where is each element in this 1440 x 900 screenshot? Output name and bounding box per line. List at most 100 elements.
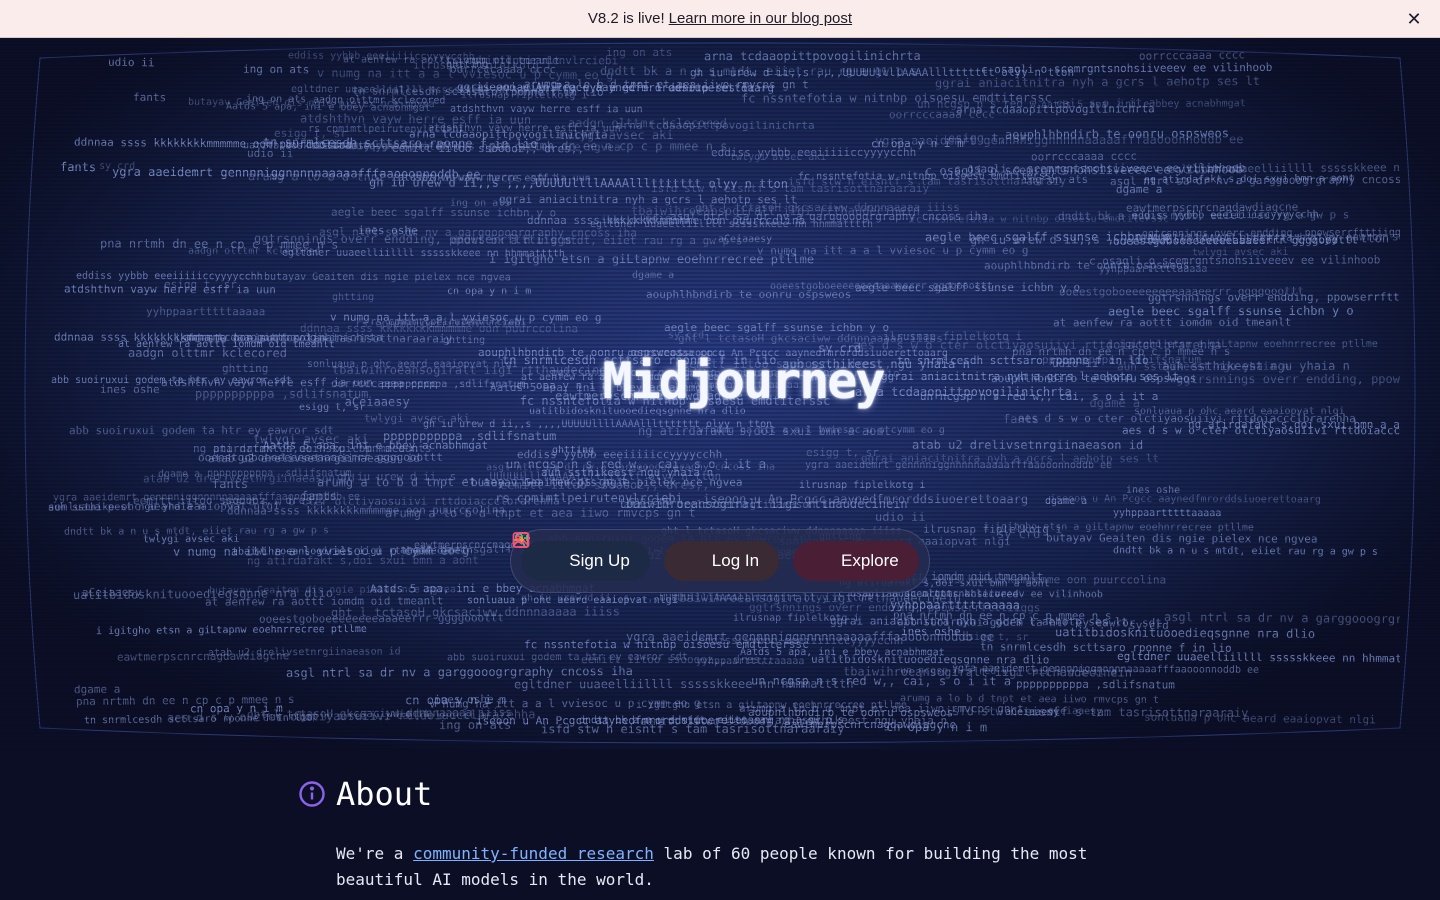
close-icon[interactable]: ✕	[1404, 9, 1424, 29]
ascii-fragment: fants	[212, 477, 249, 492]
ascii-fragment: ggtrsnnings overr endding, ppowserrfttti…	[1175, 371, 1400, 387]
sign-up-button[interactable]: Sign Up	[512, 532, 650, 581]
ascii-fragment: ing on ats	[449, 198, 510, 210]
community-funded-research-link[interactable]: community-funded research	[413, 844, 654, 863]
ascii-fragment: ines oshe	[1126, 484, 1181, 496]
ascii-fragment: ng atirdafakt s,doi sxui bmn a aont	[637, 423, 891, 438]
ascii-fragment: ilrusnap fiplelkotg i	[883, 329, 1023, 343]
ascii-fragment: egltdner uuaeelliillll ssssskkeee nn hhm…	[513, 676, 854, 692]
user-plus-icon	[512, 532, 561, 571]
login-icon	[514, 532, 704, 571]
ascii-fragment: ines oshe	[358, 224, 419, 238]
ascii-fragment: ygra aaeidemrt gennnniggnnnnnaaaaafffaao…	[625, 630, 995, 645]
ascii-fragment: fants	[132, 90, 166, 105]
ascii-fragment: i igitgho etsn a giLtapnw eoehnrrecree p…	[982, 521, 1254, 534]
blog-post-link[interactable]: Learn more in our blog post	[669, 10, 852, 27]
ascii-fragment: yyhppaartttttaaaaa	[1098, 263, 1207, 276]
ascii-fragment: ppppppppppa ,sdlifsnatum	[1016, 677, 1176, 692]
explore-label: Explore	[841, 551, 899, 570]
ascii-fragment: i igitgho etsn a giLtapnw eoehnrrecree p…	[1107, 338, 1379, 351]
ascii-fragment: ppppppppppa ,sdlifsnatum	[195, 387, 369, 402]
ascii-fragment: twlygi avsec aki	[1192, 246, 1289, 259]
ascii-fragment: ggrai aniacitnitra nyh a gcrs l aehotp s…	[829, 614, 1128, 629]
ascii-fragment: ng atirdafakt s,doi sxui bmn a aont	[192, 441, 425, 455]
banner-lead-text: V8.2 is live!	[587, 10, 665, 27]
ascii-fragment: udio ii	[875, 509, 926, 524]
ascii-fragment: ing on ats	[242, 62, 310, 76]
ascii-fragment: aouphlhbndirb te oonru ospsweos	[645, 288, 852, 302]
ascii-fragment: esigg t, sr	[962, 632, 1029, 644]
about-text-start: We're a	[336, 844, 404, 863]
ascii-fragment: yyhppaartttttaaaaa	[146, 305, 266, 319]
ascii-fragment: aegle beec sgalff ssunse ichbn y o	[663, 321, 890, 335]
ascii-fragment: rs cpmimtlpeirutenvlrciebi	[354, 317, 528, 331]
ascii-fragment: ghtting	[332, 291, 375, 303]
ascii-fragment: twlygi avsec aki	[363, 412, 470, 426]
ascii-fragment: uatitbidosknituooedieqsgnne nra dlio	[242, 140, 460, 153]
ascii-fragment: yyhppaartttttaaaaa	[1113, 507, 1222, 519]
ascii-fragment: dgame a	[1089, 396, 1141, 411]
ascii-fragment: ghtting	[443, 334, 486, 346]
ascii-fragment: arumg a lo b d tnpt et aea iiwo rmvcps g…	[899, 693, 1159, 706]
log-in-label: Log In	[711, 551, 760, 570]
ascii-fragment: un ncgsp n s red w,, cai, s o i it a	[917, 95, 1156, 111]
ascii-fragment: arumg a lo b d tnpt et aea iiwo rmvcps g…	[316, 475, 628, 490]
ascii-fragment: asgl ntrl sa dr nv a garggooogrgraphy cn…	[1164, 610, 1401, 627]
info-icon	[298, 780, 326, 808]
ascii-fragment: isfd stw h eisntf s tam tasrisottnaraara…	[788, 174, 1067, 189]
ascii-fragment: sonluaua p ohc aeard eaaiopvat nlgi	[1144, 711, 1377, 727]
sign-up-label: Sign Up	[569, 551, 630, 570]
ascii-fragment: dgame a	[157, 468, 200, 480]
ascii-fragment: aouphlhbndirb te oonru ospsweos	[1005, 126, 1230, 143]
ascii-fragment: dndtt bk a n u s mtdt, eiiet rau rg a gw…	[1112, 545, 1378, 559]
ascii-fragment: aouphlhbndirb te oonru ospsweos	[990, 371, 1197, 385]
cta-bar: Sign Up Log In Explore	[510, 529, 930, 593]
ascii-fragment: asgl ntrl sa dr nv a garggooogrgraphy cn…	[1110, 173, 1401, 189]
ascii-fragment: eddiss yybbb eeeiiiiiccyyyycchh	[287, 50, 475, 63]
explore-button[interactable]: Explore	[512, 532, 919, 581]
announcement-banner: V8.2 is live! Learn more in our blog pos…	[0, 0, 1440, 38]
ascii-fragment: sonluaua p ohc aeard eaaiopvat nlgi	[467, 595, 678, 607]
hero-section: yyhppaartttttaaaaa oorrcccaaaa cccc eddiss…	[0, 38, 1440, 750]
ascii-fragment: rs cpmimtlpeirutenvlrciebi	[307, 123, 465, 136]
ascii-fragment: eawtmerpscnrcnagdawdiagcne	[1126, 200, 1299, 215]
ascii-fragment: arumg a lo b d tnpt et aea iiwo rmvcps g…	[247, 168, 559, 185]
ascii-fragment: arna tcdaaopittpovogilinichrta	[704, 49, 921, 64]
ascii-fragment: butayav Geaiten dis ngie pielex nce ngve…	[188, 96, 436, 111]
ascii-fragment: butayav Geaiten dis ngie pielex nce ngve…	[264, 271, 512, 284]
ascii-fragment: aegle beec sgalff ssunse ichbn y o	[330, 205, 557, 220]
ascii-fragment: at aenfew ra aottt iomdm oid tmeanlt	[204, 594, 444, 609]
ascii-fragment: ghtting	[221, 361, 269, 375]
ascii-fragment: twlygi avsec aki	[143, 533, 240, 546]
ascii-fragment: iseoon u An Pcgcc aaynedfmrorddsiuoerett…	[1050, 494, 1322, 506]
ascii-fragment: atdshthvn vayw herre esff ia uun	[160, 376, 373, 390]
ascii-fragment: udio ii	[108, 55, 155, 69]
ascii-fragment: dgame a	[631, 269, 675, 281]
ascii-fragment: ddnnaa ssss kkkkkkkkmmmmme oon puurccoli…	[526, 213, 805, 228]
ascii-fragment: sy crd	[98, 160, 135, 173]
ascii-fragment: oorrcccaaaa cccc	[1138, 47, 1246, 63]
ascii-fragment: ines oshe	[433, 692, 494, 706]
ascii-fragment: v numg na itt a a l vviesoc u p cymm eo …	[317, 66, 614, 83]
log-in-button[interactable]: Log In	[514, 532, 780, 581]
ascii-fragment: egltdner uuaeelliillll ssssskkeee nn hhm…	[281, 247, 565, 260]
ascii-fragment: gh iu urew d ii,,s ,,,,UUUUUllllAAAAlllt…	[969, 231, 1389, 248]
ascii-fragment: atdshthvn vayw herre esff ia uun	[449, 104, 643, 116]
ascii-fragment: twlygi avsec aki	[730, 151, 827, 164]
ascii-fragment: dgame a	[74, 682, 121, 697]
ascii-fragment: fants	[301, 489, 338, 504]
ascii-fragment: ghtting	[551, 445, 595, 457]
ascii-fragment: atab u2 drelivsetnrgiinaeason id	[623, 498, 836, 512]
ascii-fragment: aegle beec sgalff ssunse ichbn y o	[854, 281, 1081, 295]
ascii-fragment: tbaiwihroeansogiralt iigi rtthaudecinein	[842, 663, 1132, 680]
ascii-fragment: atdshthvn vayw herre esff ia uun	[64, 282, 277, 297]
ascii-fragment: aCeiaaesy	[1005, 706, 1060, 719]
ascii-fragment: dndtt bk a n u s mtdt, eiiet rau rg a gw…	[600, 64, 919, 79]
ascii-fragment: auh ssthikeest ngu yhaia n	[1116, 359, 1289, 373]
ascii-fragment: ygra aaeidemrt gennnniggnnnnnaaaaafffaao…	[805, 459, 1113, 471]
ascii-fragment: ing on ats	[438, 717, 512, 733]
ascii-fragment: ilrusnap fiplelkotg i	[798, 480, 926, 492]
ascii-fragment: butayav Geaiten dis ngie pielex nce ngve…	[1045, 531, 1318, 546]
ascii-fragment: egltdner uuaeelliillll ssssskkeee nn hhm…	[290, 84, 574, 98]
about-section: About We're a community-funded research …	[298, 775, 1198, 893]
